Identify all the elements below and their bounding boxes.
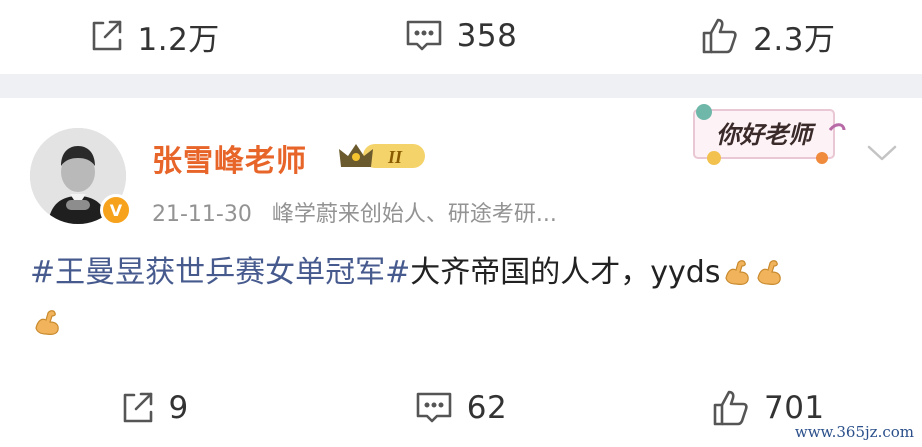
comment-button[interactable]: 62 bbox=[307, 368, 614, 447]
comment-icon bbox=[415, 390, 453, 426]
repost-icon bbox=[119, 390, 155, 426]
repost-button[interactable]: 1.2万 bbox=[0, 0, 307, 72]
site-watermark: www.365jz.com bbox=[794, 423, 914, 441]
author-name[interactable]: 张雪峰老师 bbox=[152, 136, 307, 180]
previous-post-action-bar: 1.2万 358 2.3万 bbox=[0, 0, 922, 72]
repost-button[interactable]: 9 bbox=[0, 368, 307, 447]
post-divider bbox=[0, 74, 922, 98]
thumbs-up-icon bbox=[701, 17, 739, 55]
like-count: 2.3万 bbox=[753, 21, 836, 58]
greeting-sticker: 你好老师 bbox=[690, 100, 848, 170]
vip-crown-badge[interactable]: II bbox=[337, 139, 429, 177]
sticker-text: 你好老师 bbox=[716, 121, 817, 149]
comment-count: 358 bbox=[456, 18, 518, 54]
flexed-biceps-icon bbox=[722, 254, 752, 300]
flexed-biceps-icon bbox=[32, 304, 62, 350]
comment-button[interactable]: 358 bbox=[307, 0, 614, 72]
like-count: 701 bbox=[763, 389, 825, 426]
repost-icon bbox=[88, 18, 124, 54]
thumbs-up-icon bbox=[712, 389, 750, 427]
like-button[interactable]: 2.3万 bbox=[615, 0, 922, 72]
author-avatar-wrapper[interactable]: V bbox=[30, 128, 132, 226]
repost-count: 9 bbox=[168, 389, 189, 426]
crown-level: II bbox=[387, 147, 403, 167]
flexed-biceps-icon bbox=[754, 254, 784, 300]
topic-link[interactable]: #王曼昱获世乒赛女单冠军# bbox=[30, 255, 410, 290]
repost-count: 1.2万 bbox=[137, 21, 220, 58]
post-source[interactable]: 峰学蔚来创始人、研途考研... bbox=[272, 202, 557, 227]
comment-count: 62 bbox=[466, 389, 508, 426]
post-date: 21-11-30 bbox=[152, 202, 252, 227]
chevron-down-icon[interactable] bbox=[866, 142, 898, 168]
post-content: #王曼昱获世乒赛女单冠军#大齐帝国的人才，yyds bbox=[30, 250, 900, 350]
verified-badge: V bbox=[100, 194, 132, 226]
post-text: 大齐帝国的人才，yyds bbox=[410, 255, 721, 290]
post-meta: 21-11-30 峰学蔚来创始人、研途考研... bbox=[152, 196, 557, 228]
comment-icon bbox=[405, 18, 443, 54]
post-action-bar: 9 62 701 bbox=[0, 368, 922, 447]
